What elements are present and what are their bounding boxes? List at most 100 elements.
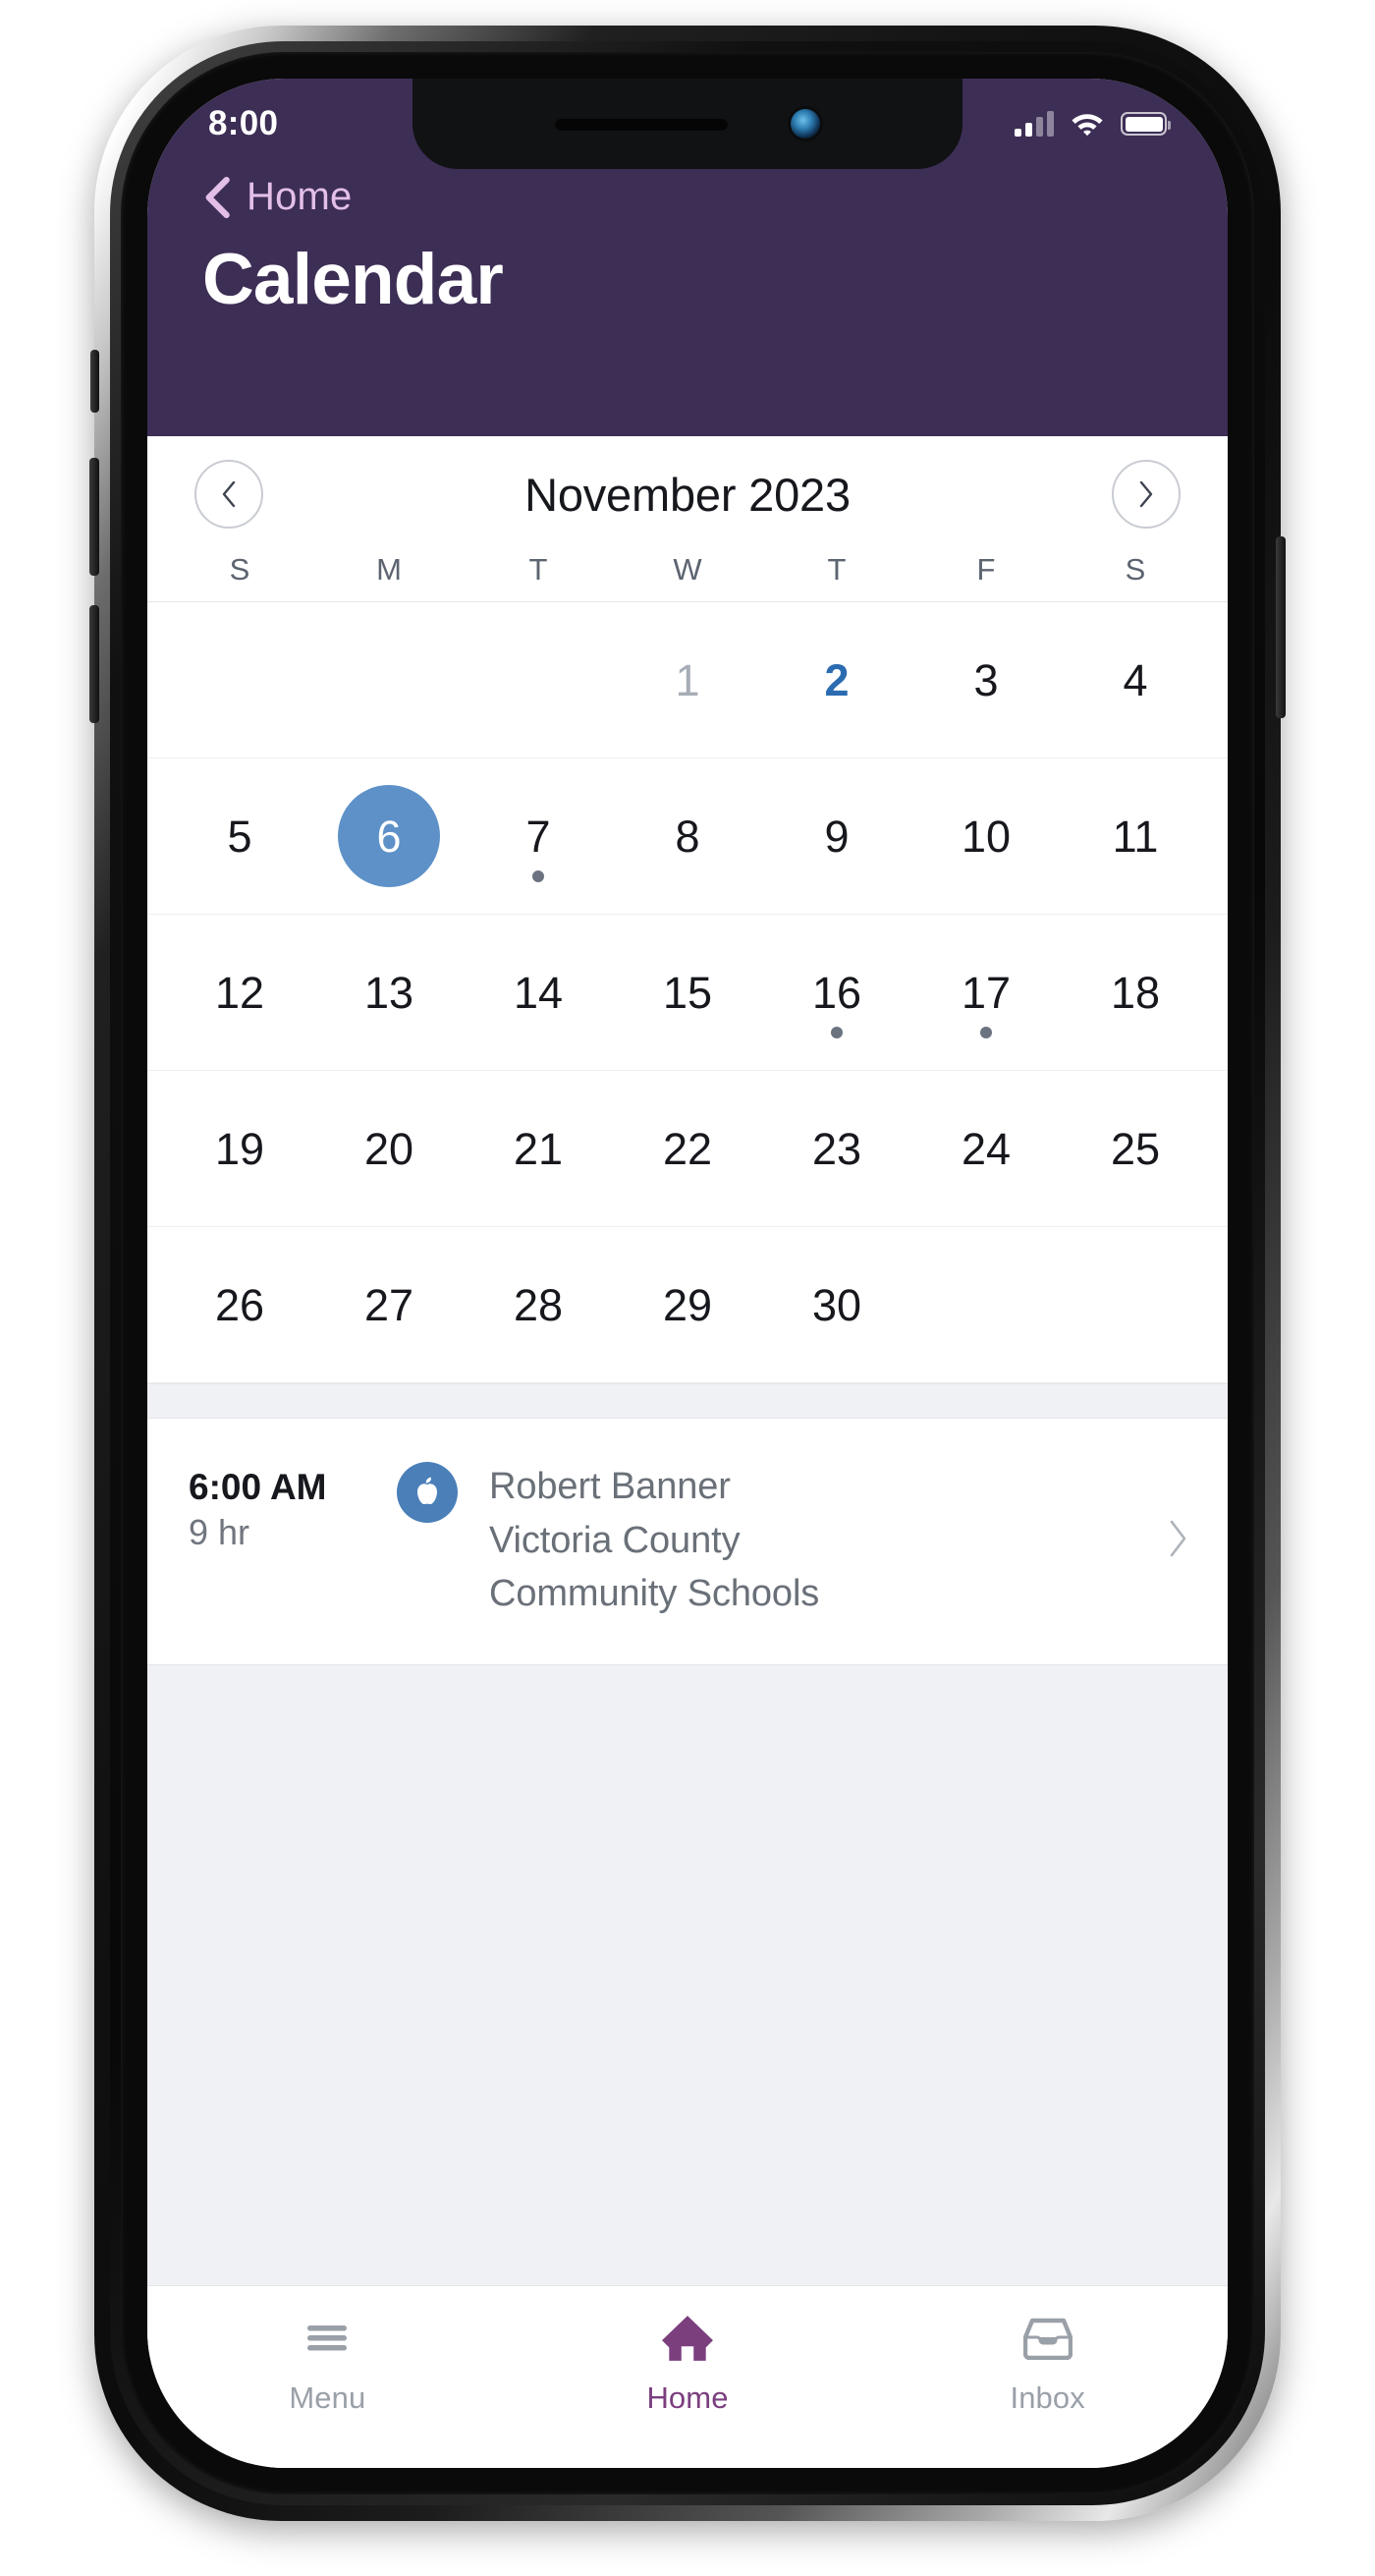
tab-label: Home [646,2380,729,2415]
calendar-event-dot [980,1027,992,1038]
calendar-day-number: 14 [513,967,564,1018]
event-category-icon [397,1462,458,1523]
status-bar-time: 8:00 [208,104,279,142]
apple-icon [417,1477,437,1504]
previous-month-button[interactable] [194,460,263,529]
calendar-day-number: 13 [363,967,414,1018]
calendar-day-cell[interactable]: 6 [314,758,464,914]
inbox-tray-icon [1022,2312,1072,2365]
volume-up-button[interactable] [89,458,99,576]
tab-label: Inbox [1010,2380,1085,2415]
calendar-day-cell[interactable]: 1 [613,602,762,757]
event-start-time: 6:00 AM [189,1467,327,1507]
calendar-day-cell[interactable]: 30 [762,1227,911,1382]
page-title: Calendar [202,240,504,319]
calendar-day-cell[interactable]: 23 [762,1071,911,1226]
calendar-day-cell[interactable]: 14 [464,915,613,1070]
bottom-tab-bar: Menu Home Inbox [147,2285,1228,2468]
calendar-day-cell[interactable]: 29 [613,1227,762,1382]
calendar-day-empty [314,602,464,757]
calendar-day-cell[interactable]: 9 [762,758,911,914]
tab-home[interactable]: Home [508,2312,868,2416]
calendar-day-cell[interactable]: 10 [911,758,1061,914]
calendar-day-cell[interactable]: 16 [762,915,911,1070]
calendar-day-cell[interactable]: 19 [165,1071,314,1226]
calendar-day-cell[interactable]: 2 [762,602,911,757]
status-bar-icons [1015,111,1171,137]
event-time-block: 6:00 AM 9 hr [189,1460,397,1556]
calendar-day-cell[interactable]: 12 [165,915,314,1070]
empty-content-area [147,1665,1228,2285]
calendar-week-row: 1 2 3 4 [147,602,1228,758]
calendar-day-cell[interactable]: 15 [613,915,762,1070]
calendar-day-cell[interactable]: 22 [613,1071,762,1226]
calendar-day-cell[interactable]: 25 [1061,1071,1210,1226]
calendar-day-number: 19 [214,1123,265,1174]
calendar-day-cell[interactable]: 5 [165,758,314,914]
event-detail-line: Victoria County [489,1519,741,1561]
calendar-day-number: 11 [1112,811,1159,862]
calendar-day-number: 8 [675,811,700,862]
calendar-day-number: 5 [227,811,252,862]
next-month-button[interactable] [1112,460,1181,529]
back-button-label: Home [247,175,353,218]
home-icon [661,2312,714,2365]
calendar-day-cell[interactable]: 26 [165,1227,314,1382]
phone-screen: 8:00 Home Calendar November 2023 S M T W… [147,79,1228,2468]
event-detail-line: Community Schools [489,1573,820,1615]
calendar-day-number: 20 [363,1123,414,1174]
tab-inbox[interactable]: Inbox [867,2312,1228,2416]
weekday-label: W [673,552,702,587]
weekday-label: F [976,552,996,587]
calendar-day-cell[interactable]: 7 [464,758,613,914]
calendar-day-cell[interactable]: 24 [911,1071,1061,1226]
event-details: Robert Banner Victoria County Community Sc… [489,1460,1149,1621]
calendar-day-cell[interactable]: 8 [613,758,762,914]
weekday-label: T [827,552,847,587]
calendar-day-number: 18 [1110,967,1161,1018]
weekday-label: S [229,552,250,587]
event-disclosure-button[interactable] [1149,1519,1188,1563]
calendar-day-cell[interactable]: 13 [314,915,464,1070]
calendar-day-number: 6 [376,811,402,862]
calendar-day-cell[interactable]: 18 [1061,915,1210,1070]
calendar-day-number: 21 [513,1123,564,1174]
section-separator-band [147,1383,1228,1419]
hamburger-menu-icon [303,2312,351,2365]
calendar-day-number: 16 [811,967,862,1018]
month-year-label: November 2023 [524,468,851,521]
wifi-icon [1072,114,1103,137]
calendar-day-cell[interactable]: 28 [464,1227,613,1382]
mute-switch-button[interactable] [90,350,99,413]
hamburger-menu-icon [307,2325,348,2351]
month-navigation-row: November 2023 [147,436,1228,552]
calendar-day-empty [165,602,314,757]
power-button[interactable] [1276,536,1286,718]
calendar-day-number: 15 [662,967,713,1018]
calendar-day-number: 23 [811,1123,862,1174]
event-detail-line: Robert Banner [489,1466,731,1507]
calendar-day-cell[interactable]: 17 [911,915,1061,1070]
calendar-day-cell[interactable]: 27 [314,1227,464,1382]
calendar-day-cell[interactable]: 21 [464,1071,613,1226]
calendar-day-empty [911,1227,1061,1382]
calendar-day-cell[interactable]: 3 [911,602,1061,757]
calendar-day-number: 1 [675,654,700,705]
device-notch [412,79,962,169]
volume-down-button[interactable] [89,605,99,723]
calendar-event-dot [831,1027,843,1038]
calendar-day-cell[interactable]: 20 [314,1071,464,1226]
calendar-day-cell[interactable]: 11 [1061,758,1210,914]
back-button[interactable]: Home [147,169,1228,219]
signal-bars-icon [1015,111,1054,137]
calendar-day-number: 22 [662,1123,713,1174]
battery-full-icon [1121,112,1171,136]
inbox-tray-icon [1022,2318,1072,2360]
tab-menu[interactable]: Menu [147,2312,508,2416]
weekday-header-row: SMTWTFS [147,552,1228,601]
calendar-day-number: 9 [824,811,850,862]
event-list-item[interactable]: 6:00 AM 9 hr Robert Banner Victoria County C… [147,1419,1228,1666]
calendar-day-number: 4 [1123,654,1148,705]
calendar-day-cell[interactable]: 4 [1061,602,1210,757]
chevron-right-icon [1170,1520,1186,1556]
